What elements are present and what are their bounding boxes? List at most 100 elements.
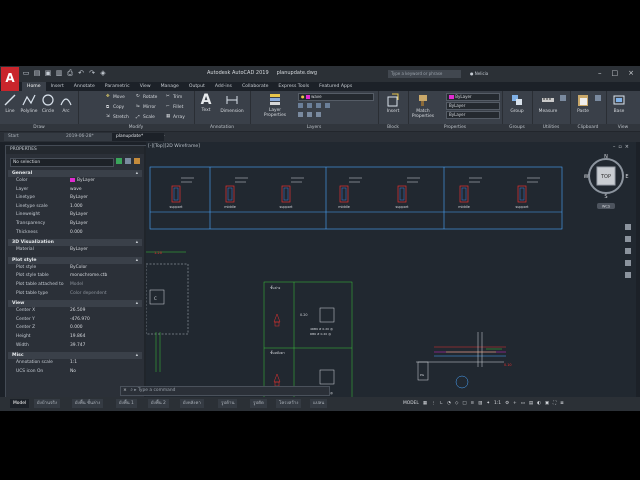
property-row-plot-table-type[interactable]: Plot table type Color dependent <box>8 290 142 299</box>
groups-panel-label[interactable]: Groups <box>502 124 532 131</box>
tab-parametric[interactable]: Parametric <box>100 82 135 91</box>
model-space-toggle[interactable]: MODEL <box>403 399 419 408</box>
property-row-plot-style[interactable]: Plot style ByColor <box>8 264 142 273</box>
circle-tool[interactable]: Circle <box>41 93 55 114</box>
drawing-viewport[interactable]: [-][Top][2D Wireframe] –▫× support middle… <box>146 142 636 411</box>
property-value[interactable]: wave <box>68 186 142 195</box>
doc-tab-planupdate[interactable]: planupdate* <box>112 133 164 141</box>
recent-commands-icon[interactable]: ▸ <box>134 388 136 393</box>
command-close-icon[interactable]: × <box>121 387 129 395</box>
ortho-icon[interactable]: ∟ <box>439 399 443 408</box>
property-row-plot-table-attached-to[interactable]: Plot table attached to Model <box>8 281 142 290</box>
steering-wheel-icon[interactable] <box>625 224 631 230</box>
property-row-plot-style-table[interactable]: Plot style table monochrome.ctb <box>8 272 142 281</box>
view-panel-label[interactable]: View <box>606 124 640 131</box>
properties-panel-label[interactable]: Properties <box>408 124 502 131</box>
property-row-height[interactable]: Height 19.864 <box>8 333 142 342</box>
layout-tab-5[interactable]: ผังหลังคา <box>180 399 204 408</box>
property-value[interactable]: 39.747 <box>68 342 142 351</box>
property-value[interactable]: ByLayer <box>68 177 142 186</box>
polar-icon[interactable]: ◔ <box>447 399 451 408</box>
maximize-icon[interactable]: □ <box>612 69 619 77</box>
copy-clip-icon[interactable] <box>595 95 601 101</box>
tab-annotate[interactable]: Annotate <box>69 82 100 91</box>
tab-manage[interactable]: Manage <box>156 82 184 91</box>
property-value[interactable]: ByLayer <box>68 194 142 203</box>
draw-panel-label[interactable]: Draw <box>0 124 78 131</box>
insert-tool[interactable]: Insert <box>385 93 401 114</box>
command-line[interactable]: × ⌕ ▸ Type a command <box>120 386 330 396</box>
copy-tool[interactable]: ⧉ Copy <box>106 104 124 110</box>
layout-tab-3[interactable]: ผังพื้น 1 <box>116 399 137 408</box>
osnap-icon[interactable]: □ <box>462 399 466 408</box>
utilities-panel-label[interactable]: Utilities <box>532 124 570 131</box>
layer-isolate-icon[interactable] <box>307 103 312 108</box>
plot-icon[interactable]: ⎙ <box>66 69 74 77</box>
close-icon[interactable]: × <box>628 69 634 77</box>
collapse-arrow-icon[interactable]: ▴ <box>136 257 138 264</box>
tab-featured-apps[interactable]: Featured Apps <box>314 82 357 91</box>
collapse-arrow-icon[interactable]: ▴ <box>136 352 138 359</box>
tab-view[interactable]: View <box>135 82 156 91</box>
layout-tab-6[interactable]: รูปด้าน <box>218 399 238 408</box>
layout-tab-4[interactable]: ผังพื้น 2 <box>148 399 169 408</box>
property-value[interactable]: 0.000 <box>68 324 142 333</box>
wcs-menu[interactable]: WCS <box>602 205 611 209</box>
layout-tab-7[interactable]: รูปตัด <box>250 399 267 408</box>
text-tool[interactable]: A Text <box>198 92 214 113</box>
lineweight-icon[interactable]: ≡ <box>470 399 474 408</box>
new-file-icon[interactable]: ▭ <box>22 69 30 77</box>
share-icon[interactable]: ◈ <box>99 69 107 77</box>
property-row-material[interactable]: Material ByLayer <box>8 246 142 255</box>
quick-calc-icon[interactable] <box>560 95 566 101</box>
category-plot-style[interactable]: Plot style ▴ <box>8 256 142 264</box>
property-row-ucs-icon-on[interactable]: UCS icon On No <box>8 368 142 377</box>
array-tool[interactable]: ▦ Array <box>166 114 185 120</box>
property-row-linetype[interactable]: Linetype ByLayer <box>8 194 142 203</box>
select-objects-icon[interactable] <box>125 158 131 164</box>
command-input[interactable]: Type a command <box>138 388 175 393</box>
property-value[interactable]: 0.000 <box>68 229 142 238</box>
group-tool[interactable]: Group <box>508 93 526 114</box>
property-row-center-z[interactable]: Center Z 0.000 <box>8 324 142 333</box>
layer-off-icon[interactable] <box>298 103 303 108</box>
zoom-extents-icon[interactable] <box>625 248 631 254</box>
property-row-center-y[interactable]: Center Y -476.970 <box>8 316 142 325</box>
undo-icon[interactable]: ↶ <box>77 69 85 77</box>
annotation-scale[interactable]: 1:1 <box>494 399 501 408</box>
annotation-panel-label[interactable]: Annotation <box>194 124 250 131</box>
property-value[interactable]: 26.509 <box>68 307 142 316</box>
snap-icon[interactable]: ⋮ <box>431 399 435 408</box>
doc-tab-start[interactable]: Start <box>4 133 62 141</box>
category-general[interactable]: General ▴ <box>8 170 142 177</box>
property-row-center-x[interactable]: Center X 26.509 <box>8 307 142 316</box>
layer-properties-tool[interactable]: Layer Properties <box>262 92 288 118</box>
minimize-icon[interactable]: – <box>598 69 602 77</box>
help-search-input[interactable]: Type a keyword or phrase <box>388 70 461 78</box>
category-misc[interactable]: Misc ▴ <box>8 352 142 360</box>
save-as-icon[interactable]: ▥ <box>55 69 63 77</box>
clipboard-panel-label[interactable]: Clipboard <box>570 124 606 131</box>
property-value[interactable]: ByLayer <box>68 246 142 255</box>
mirror-tool[interactable]: ⇋ Mirror <box>136 104 156 110</box>
property-value[interactable]: monochrome.ctb <box>68 272 142 281</box>
tab-collaborate[interactable]: Collaborate <box>237 82 273 91</box>
viewcube-east[interactable]: E <box>625 174 628 180</box>
annotation-monitor-icon[interactable]: + <box>513 399 517 408</box>
stretch-tool[interactable]: ⇲ Stretch <box>106 114 129 120</box>
selection-dropdown[interactable]: No selection <box>10 158 114 167</box>
modify-panel-label[interactable]: Modify <box>78 124 194 131</box>
tab-express-tools[interactable]: Express Tools <box>273 82 314 91</box>
property-value[interactable]: 1.000 <box>68 203 142 212</box>
grid-icon[interactable]: ▦ <box>423 399 427 408</box>
measure-tool[interactable]: Measure <box>536 93 560 114</box>
layout-tab-2[interactable]: ผังพื้น ชั้นล่าง <box>72 399 104 408</box>
property-value[interactable]: Color dependent <box>68 290 142 299</box>
hardware-accel-icon[interactable]: ▣ <box>545 399 549 408</box>
tab-insert[interactable]: Insert <box>46 82 69 91</box>
application-menu-button[interactable]: A <box>1 67 19 91</box>
showmotion-icon[interactable] <box>625 272 631 278</box>
property-row-annotation-scale[interactable]: Annotation scale 1:1 <box>8 359 142 368</box>
property-row-color[interactable]: Color ByLayer <box>8 177 142 186</box>
property-row-thickness[interactable]: Thickness 0.000 <box>8 229 142 238</box>
